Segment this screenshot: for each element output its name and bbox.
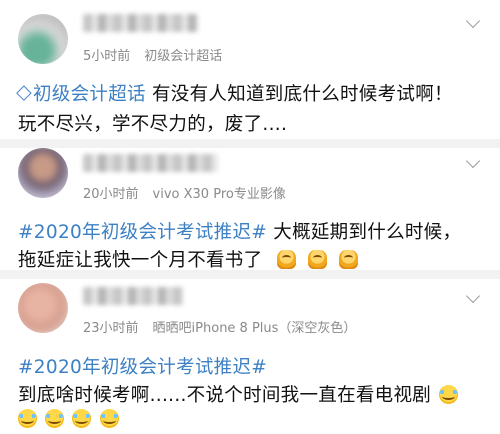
post-meta: 23小时前 晒晒吧iPhone 8 Plus（深空灰色） bbox=[83, 317, 356, 336]
post-text: 拖延症让我快一个月不看书了 bbox=[18, 250, 263, 271]
post-text: 有没有人知道到底什么时候考试啊！ bbox=[145, 84, 453, 105]
post-time: 5小时前 bbox=[83, 49, 131, 64]
post-text: 大概延期到什么时候， bbox=[267, 222, 462, 243]
cry-laugh-emoji bbox=[99, 409, 119, 428]
post-text: 玩不尽兴，学不尽力的，废了.... bbox=[18, 114, 288, 135]
cry-laugh-emoji bbox=[439, 385, 459, 404]
topic-link[interactable]: #2020年初级会计考试推迟# bbox=[18, 222, 267, 243]
post-text: 到底啥时候考啊......不说个时间我一直在看电视剧 bbox=[18, 385, 432, 406]
avatar[interactable] bbox=[18, 14, 68, 64]
post-time: 20小时前 bbox=[83, 187, 139, 202]
post-time: 23小时前 bbox=[83, 321, 139, 336]
username-blurred[interactable] bbox=[83, 154, 218, 172]
divider bbox=[0, 139, 500, 148]
post-text-line: #2020年初级会计考试推迟# bbox=[18, 353, 267, 379]
post-1[interactable]: 5小时前 初级会计超话 初级会计超话 有没有人知道到底什么时候考试啊！ 玩不尽兴，… bbox=[0, 0, 500, 140]
super-topic-icon bbox=[16, 85, 32, 101]
post-text-line: 拖延症让我快一个月不看书了 bbox=[18, 246, 358, 272]
chevron-down-icon[interactable] bbox=[465, 288, 481, 304]
post-text-line: 初级会计超话 有没有人知道到底什么时候考试啊！ bbox=[14, 80, 453, 106]
cry-laugh-emoji bbox=[45, 409, 65, 428]
avatar[interactable] bbox=[18, 148, 68, 198]
post-text-line: #2020年初级会计考试推迟# 大概延期到什么时候， bbox=[18, 218, 461, 244]
cry-laugh-emoji bbox=[72, 409, 92, 428]
avatar[interactable] bbox=[18, 283, 68, 333]
post-source[interactable]: 初级会计超话 bbox=[144, 49, 222, 64]
post-meta: 5小时前 初级会计超话 bbox=[83, 45, 222, 64]
doll-emoji bbox=[276, 250, 296, 269]
divider bbox=[0, 270, 500, 279]
post-text-line bbox=[18, 409, 119, 430]
chevron-down-icon[interactable] bbox=[465, 13, 481, 29]
topic-link[interactable]: #2020年初级会计考试推迟# bbox=[18, 357, 267, 378]
topic-link[interactable]: 初级会计超话 bbox=[33, 84, 146, 105]
post-meta: 20小时前 vivo X30 Pro专业影像 bbox=[83, 183, 286, 202]
username-blurred[interactable] bbox=[83, 287, 183, 305]
post-2[interactable]: 20小时前 vivo X30 Pro专业影像 #2020年初级会计考试推迟# 大概… bbox=[0, 148, 500, 271]
post-text-line: 玩不尽兴，学不尽力的，废了.... bbox=[18, 110, 287, 136]
post-text-line: 到底啥时候考啊......不说个时间我一直在看电视剧 bbox=[18, 381, 459, 407]
cry-laugh-emoji bbox=[18, 409, 37, 428]
post-source[interactable]: vivo X30 Pro专业影像 bbox=[153, 187, 286, 202]
username-blurred[interactable] bbox=[83, 14, 198, 32]
chevron-down-icon[interactable] bbox=[465, 153, 481, 169]
post-3[interactable]: 23小时前 晒晒吧iPhone 8 Plus（深空灰色） #2020年初级会计考试… bbox=[0, 279, 500, 434]
post-source[interactable]: 晒晒吧iPhone 8 Plus（深空灰色） bbox=[153, 321, 357, 336]
doll-emoji bbox=[338, 250, 358, 269]
doll-emoji bbox=[307, 250, 327, 269]
